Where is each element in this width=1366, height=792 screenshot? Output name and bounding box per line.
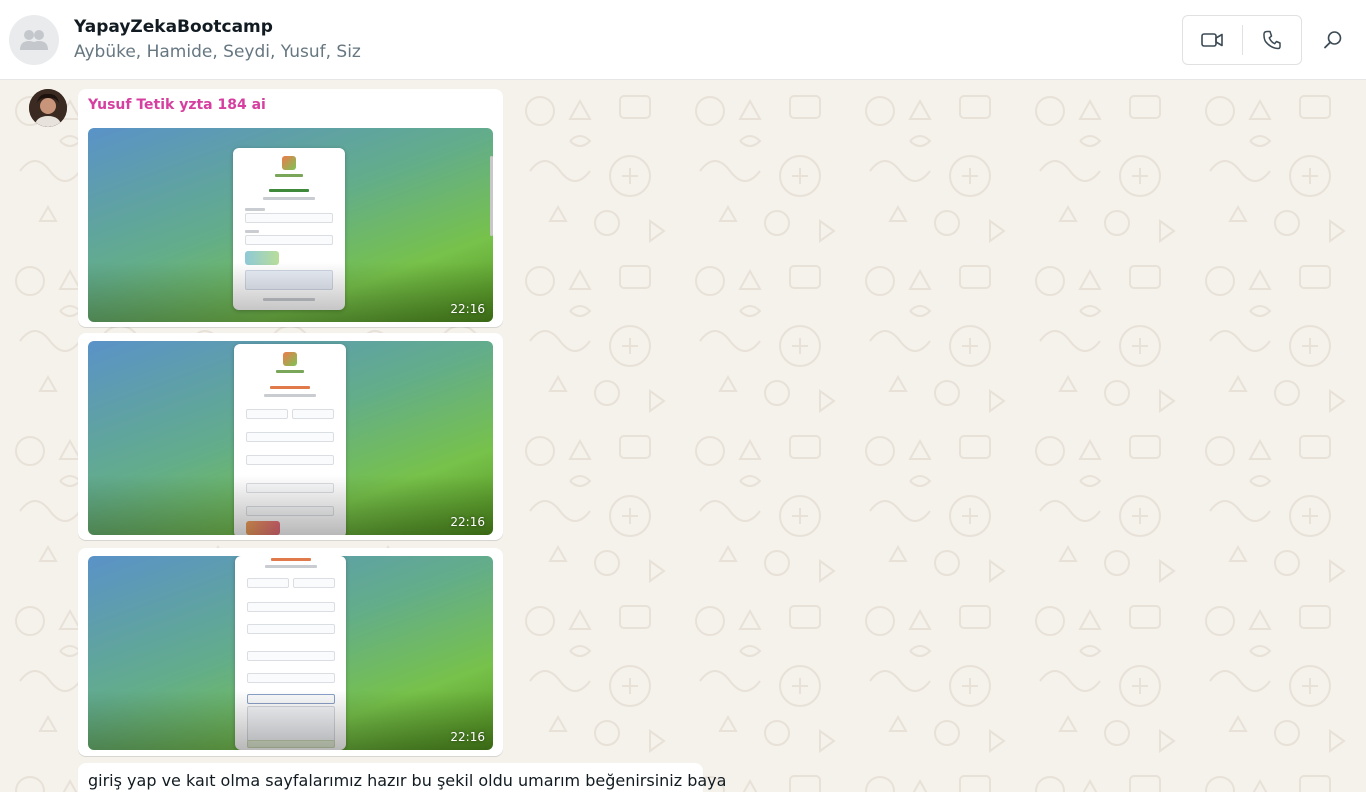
message-bubble[interactable]: Yusuf Tetik yzta 184 ai 22:16	[78, 89, 503, 327]
search-icon	[1324, 31, 1342, 49]
chat-panel[interactable]: Yusuf Tetik yzta 184 ai 22:16 22:16 22:1…	[0, 81, 1366, 792]
message-text[interactable]: giriş yap ve kaıt olma sayfalarımız hazı…	[88, 771, 726, 790]
phone-icon	[1262, 30, 1281, 50]
sender-name[interactable]: Yusuf Tetik yzta 184 ai	[88, 97, 266, 113]
video-call-button[interactable]	[1183, 16, 1242, 64]
group-icon	[20, 30, 48, 50]
message-bubble[interactable]: 22:16	[78, 333, 503, 540]
sender-avatar[interactable]	[29, 89, 67, 127]
video-camera-icon	[1201, 33, 1224, 47]
search-button[interactable]	[1318, 25, 1348, 55]
preview-scrollbar	[490, 156, 493, 236]
chat-header: YapayZekaBootcamp Aybüke, Hamide, Seydi,…	[0, 0, 1366, 80]
message-time: 22:16	[450, 302, 485, 316]
call-buttons	[1182, 15, 1302, 65]
message-bubble[interactable]: 22:16	[78, 548, 503, 756]
message-bubble[interactable]: giriş yap ve kaıt olma sayfalarımız hazı…	[78, 763, 726, 792]
group-avatar[interactable]	[9, 15, 59, 65]
app-logo-icon	[283, 352, 297, 366]
message-time: 22:16	[450, 730, 485, 744]
image-attachment[interactable]: 22:16	[88, 341, 493, 535]
profile-photo-icon	[29, 89, 67, 127]
message-time: 22:16	[450, 515, 485, 529]
image-attachment[interactable]: 22:16	[88, 556, 493, 750]
chat-members[interactable]: Aybüke, Hamide, Seydi, Yusuf, Siz	[74, 42, 361, 62]
voice-call-button[interactable]	[1242, 16, 1301, 64]
image-attachment[interactable]: 22:16	[88, 128, 493, 322]
app-logo-icon	[282, 156, 296, 170]
chat-title[interactable]: YapayZekaBootcamp	[74, 17, 273, 37]
